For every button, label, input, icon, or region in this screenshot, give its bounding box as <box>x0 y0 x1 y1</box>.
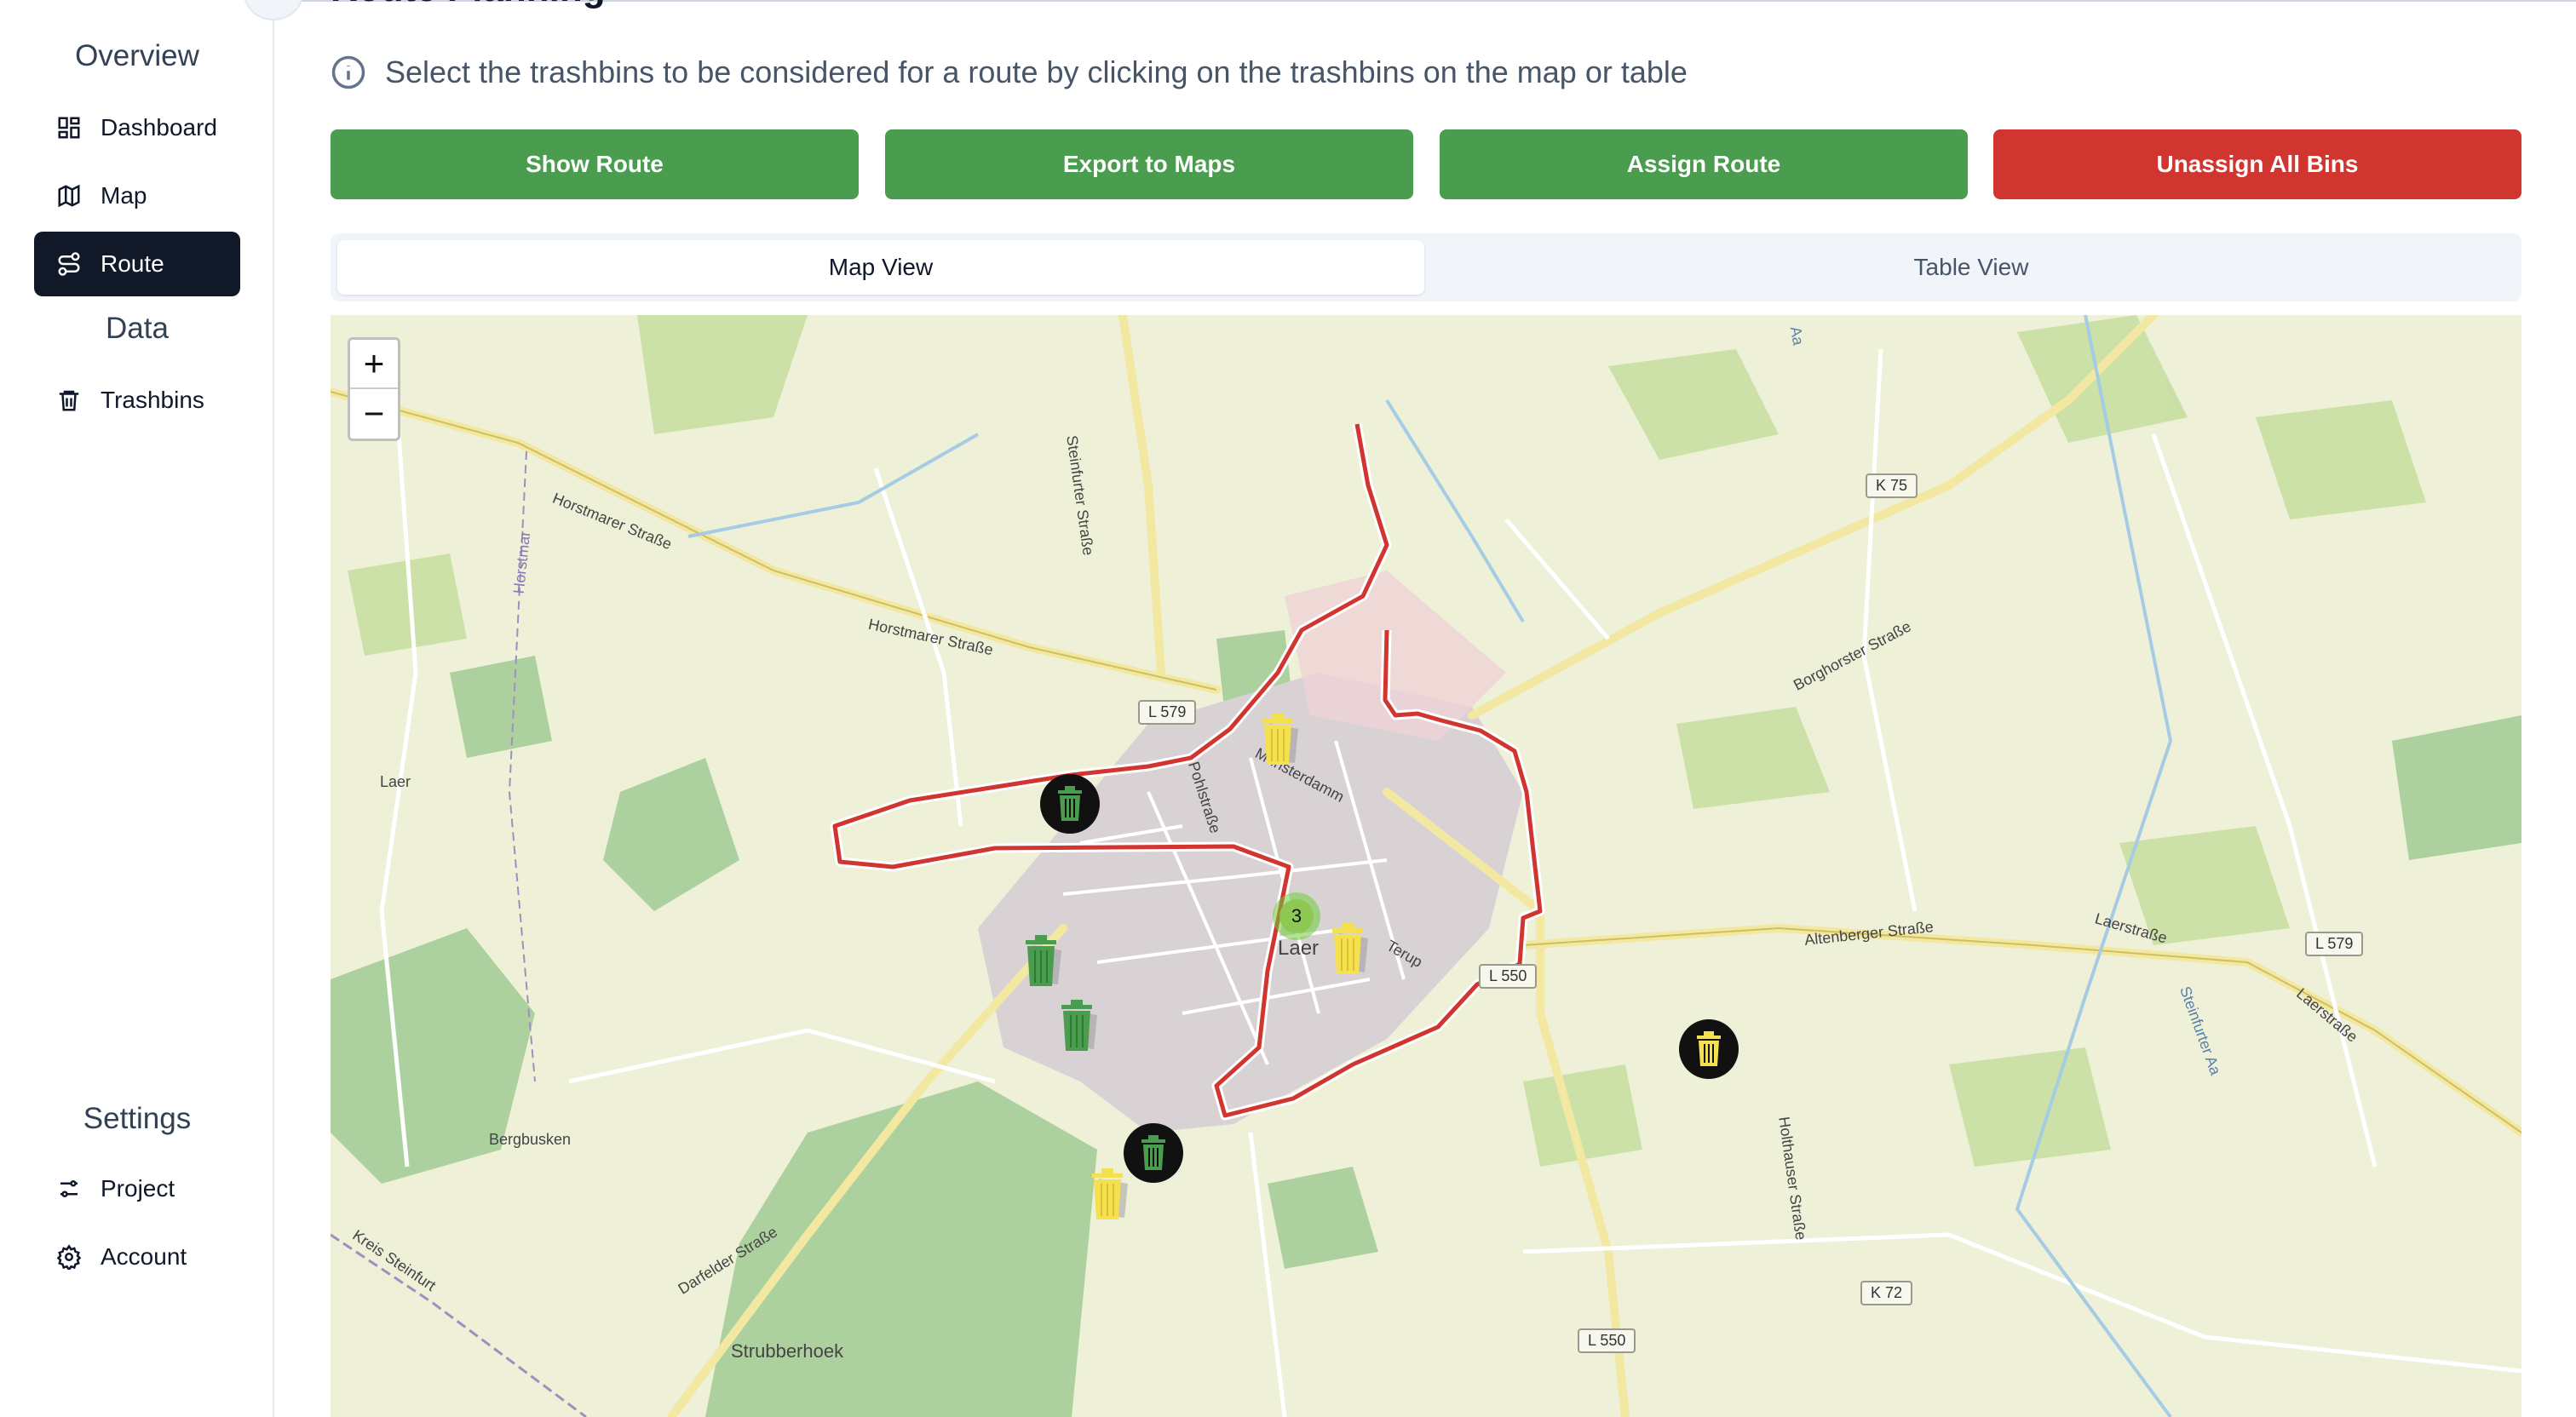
trash-icon <box>1092 1168 1128 1219</box>
page-title: Route Planning <box>331 0 606 10</box>
trash-icon <box>1262 714 1298 765</box>
map-label: Bergbusken <box>489 1131 572 1148</box>
map-label: Strubberhoek <box>731 1340 844 1362</box>
sidebar-item-account[interactable]: Account <box>34 1225 240 1289</box>
cluster-count: 3 <box>1279 899 1314 933</box>
section-title-overview: Overview <box>75 39 199 72</box>
sidebar-item-route[interactable]: Route <box>34 232 240 296</box>
dashboard-icon <box>56 115 82 141</box>
map-tiles <box>331 315 2521 1417</box>
sidebar-item-label: Map <box>101 182 147 209</box>
road-badge: K 75 <box>1866 473 1918 498</box>
tab-table-view[interactable]: Table View <box>1428 240 2515 295</box>
map-icon <box>56 183 82 209</box>
sidebar-item-label: Dashboard <box>101 114 217 141</box>
trash-icon <box>1040 774 1100 834</box>
trash-icon <box>1332 923 1368 974</box>
main-content: Route Planning Select the trashbins to b… <box>244 0 2576 1417</box>
sidebar: Overview Dashboard Map Route Data Trashb… <box>0 0 274 1417</box>
trashbin-marker-assigned-selected[interactable] <box>1039 773 1101 839</box>
show-route-button[interactable]: Show Route <box>331 129 859 199</box>
sidebar-item-map[interactable]: Map <box>34 164 240 228</box>
tab-map-view[interactable]: Map View <box>337 240 1424 295</box>
trashbin-marker-unassigned[interactable] <box>1087 1167 1138 1227</box>
sidebar-item-label: Trashbins <box>101 387 204 413</box>
road-badge: K 72 <box>1860 1281 1913 1305</box>
view-tabs: Map View Table View <box>331 233 2521 301</box>
trashbin-marker-assigned[interactable] <box>1056 998 1107 1058</box>
trashbin-marker-unassigned[interactable] <box>1257 712 1308 772</box>
sidebar-item-label: Account <box>101 1243 187 1270</box>
route-map[interactable]: + − Horstmarer Straße Horstmarer Straße … <box>331 315 2521 1417</box>
sidebar-item-label: Project <box>101 1175 175 1202</box>
map-label: Laer <box>380 773 411 790</box>
sidebar-item-label: Route <box>101 250 164 277</box>
assign-route-button[interactable]: Assign Route <box>1440 129 1968 199</box>
road-badge: L 579 <box>2305 932 2364 956</box>
trash-icon <box>1061 1000 1097 1051</box>
export-to-maps-button[interactable]: Export to Maps <box>885 129 1413 199</box>
info-message: Select the trashbins to be considered fo… <box>331 53 1688 92</box>
info-icon <box>331 55 365 89</box>
header-divider <box>274 0 2576 2</box>
section-title-data: Data <box>106 312 169 345</box>
trash-icon <box>1026 935 1061 986</box>
zoom-control: + − <box>348 337 400 441</box>
route-icon <box>56 251 82 277</box>
trashbin-marker-assigned[interactable] <box>1021 933 1072 994</box>
map-label: Laer <box>1278 937 1320 960</box>
sliders-icon <box>56 1176 82 1202</box>
trashbin-marker-unassigned[interactable] <box>1327 921 1378 982</box>
road-badge: L 550 <box>1578 1328 1636 1353</box>
sidebar-item-dashboard[interactable]: Dashboard <box>34 95 240 160</box>
unassign-all-bins-button[interactable]: Unassign All Bins <box>1993 129 2521 199</box>
map-label: Aa <box>1786 324 1808 347</box>
trash-icon <box>1679 1019 1739 1079</box>
zoom-out-button[interactable]: − <box>350 389 398 439</box>
trash-icon <box>56 387 82 413</box>
sidebar-item-trashbins[interactable]: Trashbins <box>34 368 240 433</box>
info-text: Select the trashbins to be considered fo… <box>385 54 1688 89</box>
gear-icon <box>56 1244 82 1272</box>
road-badge: L 579 <box>1138 700 1197 725</box>
road-badge: L 550 <box>1479 964 1538 989</box>
marker-cluster[interactable]: 3 <box>1273 892 1320 940</box>
sidebar-item-project[interactable]: Project <box>34 1156 240 1221</box>
zoom-in-button[interactable]: + <box>350 340 398 389</box>
trashbin-marker-unassigned-selected[interactable] <box>1678 1018 1739 1084</box>
section-title-settings: Settings <box>83 1102 192 1135</box>
